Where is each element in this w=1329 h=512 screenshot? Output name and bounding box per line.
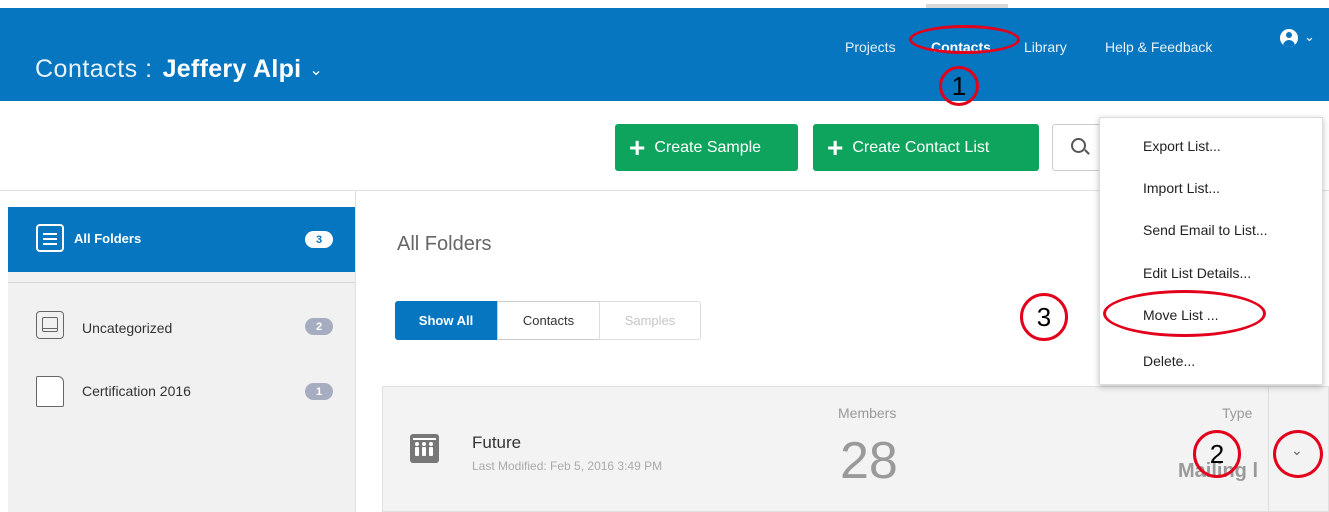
nav-projects[interactable]: Projects — [845, 39, 896, 55]
menu-item-delete[interactable]: Delete... — [1143, 353, 1195, 369]
annotation-marker-1: 1 — [939, 66, 979, 106]
card-separator — [1268, 387, 1269, 512]
annotation-oval-contacts — [909, 25, 1020, 54]
active-tab-indicator — [926, 4, 1008, 8]
sidebar-item-label: Certification 2016 — [82, 383, 191, 399]
folder-count-badge: 3 — [305, 231, 333, 248]
title-prefix: Contacts : — [35, 55, 153, 83]
create-sample-button[interactable]: + Create Sample — [615, 124, 798, 171]
header-topline — [0, 0, 1329, 8]
menu-item-export-list[interactable]: Export List... — [1143, 138, 1221, 154]
top-header: Contacts : Jeffery Alpi ⌄ Projects Contact… — [0, 8, 1329, 101]
nav-help-feedback[interactable]: Help & Feedback — [1105, 39, 1212, 55]
inbox-folder-icon — [36, 311, 64, 339]
plus-icon: + — [827, 131, 844, 163]
list-actions-menu: Export List... Import List... Send Email… — [1099, 117, 1323, 385]
nav-library[interactable]: Library — [1024, 39, 1067, 55]
sidebar-item-all-folders[interactable]: All Folders 3 — [8, 207, 355, 272]
menu-item-import-list[interactable]: Import List... — [1143, 180, 1220, 196]
list-last-modified: Last Modified: Feb 5, 2016 3:49 PM — [472, 459, 663, 473]
menu-item-edit-list-details[interactable]: Edit List Details... — [1143, 265, 1251, 281]
folder-count-badge: 2 — [305, 318, 333, 335]
annotation-circle-chevron — [1273, 430, 1323, 478]
folder-count-badge: 1 — [305, 383, 333, 400]
sidebar-item-label: All Folders — [74, 231, 142, 246]
members-label: Members — [838, 405, 897, 421]
user-account-icon[interactable] — [1280, 29, 1298, 47]
plus-icon: + — [629, 131, 646, 163]
annotation-oval-move-list — [1103, 290, 1266, 337]
annotation-marker-2: 2 — [1193, 430, 1241, 478]
create-contact-list-button[interactable]: + Create Contact List — [813, 124, 1039, 171]
create-sample-label: Create Sample — [654, 138, 762, 156]
mailing-list-icon — [410, 434, 439, 463]
list-icon — [36, 224, 64, 252]
members-count: 28 — [840, 432, 898, 490]
filter-show-all[interactable]: Show All — [395, 301, 497, 340]
sidebar-item-label: Uncategorized — [82, 320, 173, 336]
sidebar-divider — [8, 282, 355, 283]
search-icon — [1071, 138, 1086, 153]
type-label: Type — [1222, 405, 1253, 421]
chevron-down-icon[interactable]: ⌄ — [309, 62, 322, 79]
page-title[interactable]: Contacts : Jeffery Alpi ⌄ — [35, 55, 323, 84]
create-contact-list-label: Create Contact List — [852, 138, 990, 156]
folder-icon — [36, 376, 64, 407]
filter-contacts[interactable]: Contacts — [497, 301, 600, 340]
user-menu-chevron-icon[interactable]: ⌄ — [1304, 29, 1315, 45]
annotation-marker-3: 3 — [1020, 293, 1068, 341]
list-name[interactable]: Future — [472, 433, 521, 453]
title-account-name: Jeffery Alpi — [162, 55, 302, 83]
content-divider — [355, 191, 356, 512]
filter-samples: Samples — [599, 301, 701, 340]
main-title: All Folders — [397, 233, 492, 255]
menu-item-send-email[interactable]: Send Email to List... — [1143, 222, 1268, 238]
